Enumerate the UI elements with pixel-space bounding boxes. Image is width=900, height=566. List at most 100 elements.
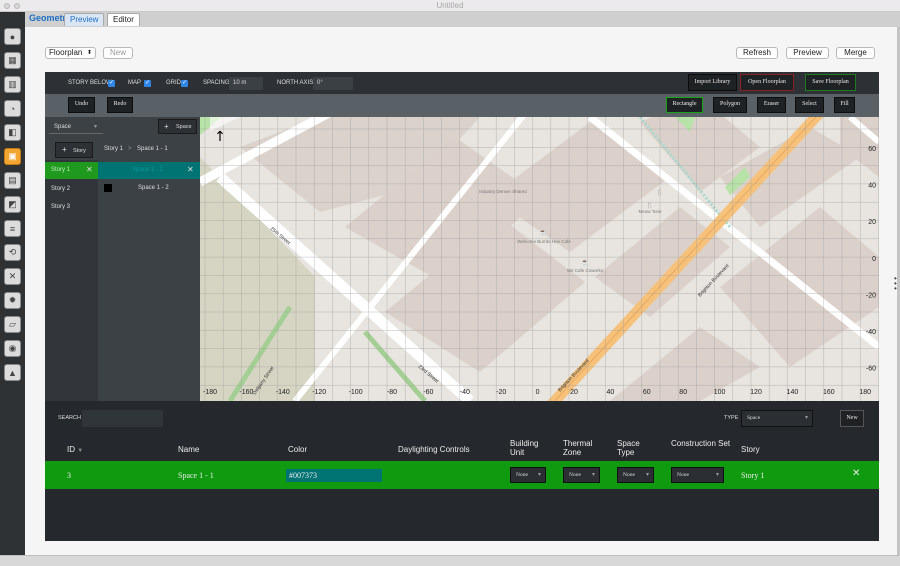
type-select[interactable]: Space ▾ [741,410,813,427]
y-tick-label: 20 [868,219,876,226]
row-color-field[interactable]: #007373 [286,469,382,482]
sphere-icon[interactable]: ● [4,28,21,45]
cube-icon[interactable]: ◧ [4,124,21,141]
add-space-label: Space [176,124,192,130]
layers-icon[interactable]: ≡ [4,220,21,237]
space-item-1[interactable]: Space 1 - 1 ✕ [98,162,200,179]
grid-label: GRID [166,80,181,86]
north-axis-input[interactable]: 0° [313,77,353,90]
story-item-2[interactable]: Story 2 [45,181,98,198]
building-icon[interactable]: ▥ [4,76,21,93]
search-label: SEARCH [58,415,81,421]
undo-button[interactable]: Undo [68,97,95,113]
eraser-tool-button[interactable]: Eraser [757,97,786,113]
story-item-label: Story 2 [51,186,71,192]
column-header-name[interactable]: Name [178,445,199,454]
tab-preview[interactable]: Preview [64,13,105,26]
new-button[interactable]: New [103,47,133,59]
chart-icon[interactable]: ▲ [4,364,21,381]
globe-icon[interactable]: ◉ [4,340,21,357]
loop-icon[interactable]: ⟲ [4,244,21,261]
mode-select[interactable]: Floorplan ⬍ [45,47,96,59]
add-story-button[interactable]: + Story [55,142,93,158]
select-value: None [569,472,581,478]
gear-icon[interactable]: ✹ [4,292,21,309]
space-item-2[interactable]: Space 1 - 2 [98,181,200,198]
row-construction-set-select[interactable]: None ▾ [671,467,724,483]
column-header-construction-set[interactable]: Construction Set [671,439,731,448]
story-item-label: Story 1 [51,167,71,173]
column-header-color[interactable]: Color [288,445,307,454]
open-floorplan-button[interactable]: Open Floorplan [740,74,794,91]
spacing-input[interactable]: 10 m [229,77,263,90]
select-value: None [623,472,635,478]
x-tick-label: 120 [750,389,762,396]
story-item-1[interactable]: Story 1 ✕ [45,162,98,179]
merge-button[interactable]: Merge [836,47,875,59]
y-tick-label: 60 [868,146,876,153]
story-item-3[interactable]: Story 3 [45,199,98,216]
window-title: Untitled [436,1,464,10]
gauge-icon[interactable]: ◔ [4,100,21,117]
spacing-label: SPACING [203,80,230,86]
fill-tool-button[interactable]: Fill [834,97,855,113]
rectangle-tool-button[interactable]: Rectangle [666,97,703,113]
column-header-building-unit[interactable]: Building Unit [510,439,550,457]
column-header-thermal-zone[interactable]: Thermal Zone [563,439,603,457]
map-checkbox[interactable]: ✓ [144,80,151,87]
cafe-icon: ☕ [581,258,589,266]
site-icon[interactable]: ▱ [4,316,21,333]
preview-button[interactable]: Preview [786,47,829,59]
row-building-unit-select[interactable]: None ▾ [510,467,546,483]
map-svg[interactable]: ↑ 25th Street 23rd Street Brighton Boule… [200,117,879,401]
plus-icon: + [62,145,67,154]
row-space-type-select[interactable]: None ▾ [617,467,654,483]
floorplan-canvas[interactable]: ↑ 25th Street 23rd Street Brighton Boule… [200,117,879,401]
chevron-down-icon: ▾ [94,124,98,130]
row-name[interactable]: Space 1 - 1 [178,471,214,480]
column-header-id-label: ID [67,445,75,454]
facade-icon[interactable]: ▤ [4,172,21,189]
y-tick-label: -60 [866,366,876,373]
x-tick-label: -180 [203,389,217,396]
map-label: MAP [128,80,142,86]
resize-handle-icon[interactable]: • • • [894,275,897,293]
add-space-button[interactable]: + Space [158,119,197,134]
column-header-story[interactable]: Story [741,445,760,454]
story-below-checkbox[interactable]: ✓ [108,80,115,87]
breadcrumb-space[interactable]: Space 1 - 1 [137,146,168,152]
tab-strip [25,12,900,27]
window-titlebar: Untitled [0,0,900,12]
floorplan-icon[interactable]: ▣ [4,148,21,165]
polygon-tool-button[interactable]: Polygon [713,97,747,113]
grid-checkbox[interactable]: ✓ [181,80,188,87]
delete-row-icon[interactable]: ✕ [852,468,860,479]
row-story: Story 1 [741,471,765,480]
breadcrumb-story[interactable]: Story 1 [104,146,123,152]
close-icon[interactable]: ✕ [187,165,194,174]
redo-button[interactable]: Redo [107,97,133,113]
x-tick-label: 140 [787,389,799,396]
chevron-down-icon: ▾ [591,472,595,478]
table-icon[interactable]: ▦ [4,52,21,69]
box-icon[interactable]: ◩ [4,196,21,213]
import-library-button[interactable]: Import Library [688,74,737,91]
tools-icon[interactable]: ✕ [4,268,21,285]
refresh-button[interactable]: Refresh [736,47,778,59]
panel-type-select[interactable]: Space ▾ [49,120,103,134]
column-header-space-type[interactable]: Space Type [617,439,652,457]
table-row[interactable]: 3 Space 1 - 1 #007373 None ▾ None ▾ None ▾ … [45,461,879,489]
sort-down-icon: ▼ [77,448,84,454]
space-item-label: Space 1 - 1 [132,167,163,173]
search-input[interactable] [82,410,163,427]
select-tool-button[interactable]: Select [795,97,824,113]
close-icon[interactable]: ✕ [86,165,93,174]
x-tick-label: 100 [714,389,726,396]
save-floorplan-button[interactable]: Save Floorplan [805,74,856,91]
column-header-id[interactable]: ID ▼ [67,445,83,456]
x-tick-label: -40 [460,389,470,396]
new-space-button[interactable]: New [840,410,864,427]
tab-editor[interactable]: Editor [107,13,140,26]
row-thermal-zone-select[interactable]: None ▾ [563,467,600,483]
column-header-daylighting[interactable]: Daylighting Controls [398,445,470,454]
